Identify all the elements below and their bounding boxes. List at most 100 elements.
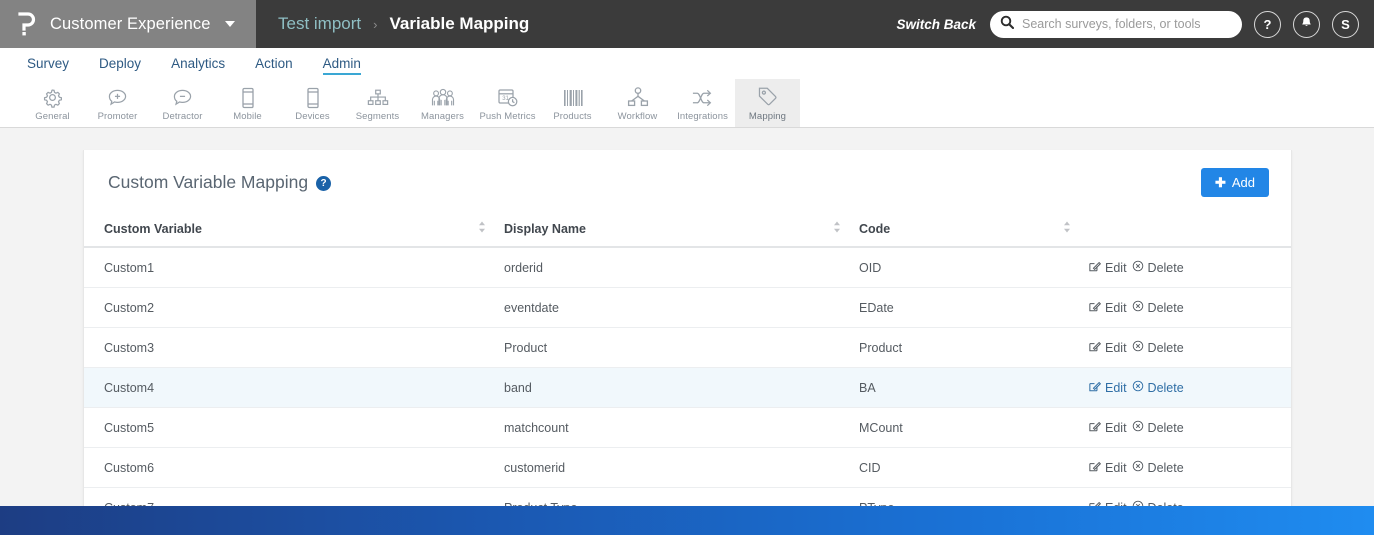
cell-custom-variable: Custom2 (84, 287, 504, 328)
phone-icon (241, 86, 255, 109)
page-title-text: Custom Variable Mapping (108, 172, 309, 192)
shuffle-icon (691, 86, 714, 109)
sort-updown-icon[interactable] (833, 221, 859, 236)
delete-label: Delete (1147, 460, 1184, 475)
add-button-label: Add (1231, 175, 1255, 190)
edit-link[interactable]: Edit (1089, 300, 1127, 315)
table-body: Custom1 orderid OID Edit Delete Custom2 eventd… (84, 247, 1291, 528)
toolbar-item-mobile[interactable]: Mobile (215, 79, 280, 127)
notifications-button[interactable] (1293, 10, 1320, 38)
cell-actions: Edit Delete (1089, 287, 1291, 328)
chevron-down-icon[interactable] (224, 21, 235, 27)
custom-variable-mapping-card: Custom Variable Mapping? ✚ Add Custom Va… (83, 150, 1292, 529)
toolbar-item-mapping[interactable]: Mapping (735, 79, 800, 127)
page-content: Custom Variable Mapping? ✚ Add Custom Va… (0, 128, 1374, 529)
cell-actions: Edit Delete (1089, 447, 1291, 488)
sort-updown-icon[interactable] (478, 221, 504, 236)
column-header-custom-variable[interactable]: Custom Variable (84, 213, 504, 248)
cell-custom-variable: Custom3 (84, 327, 504, 368)
brand-name: Customer Experience (50, 14, 211, 33)
avatar-initial: S (1341, 16, 1350, 32)
toolbar-item-products[interactable]: Products (540, 79, 605, 127)
cell-custom-variable: Custom1 (84, 247, 504, 288)
toolbar-item-devices[interactable]: Devices (280, 79, 345, 127)
toolbar-label-push-managers: Managers (420, 111, 465, 122)
avatar[interactable]: S (1332, 10, 1359, 38)
cell-display-name: band (504, 367, 859, 408)
delete-link[interactable]: Delete (1132, 340, 1184, 355)
edit-link[interactable]: Edit (1089, 420, 1127, 435)
delete-link[interactable]: Delete (1132, 300, 1184, 315)
toolbar-item-promoter[interactable]: Promoter (85, 79, 150, 127)
toolbar-label-workflow: Workflow (617, 111, 658, 122)
toolbar-item-detractor[interactable]: Detractor (150, 79, 215, 127)
cell-code: MCount (859, 407, 1089, 448)
table-row[interactable]: Custom6 customerid CID Edit Delete (84, 447, 1291, 488)
nav-tab-admin[interactable]: Admin (308, 56, 376, 78)
pencil-square-icon (1089, 340, 1102, 355)
cell-custom-variable: Custom6 (84, 447, 504, 488)
add-button[interactable]: ✚ Add (1200, 168, 1269, 197)
toolbar-item-workflow[interactable]: Workflow (605, 79, 670, 127)
search-box[interactable] (990, 10, 1242, 38)
delete-link[interactable]: Delete (1132, 460, 1184, 475)
toolbar-item-integrations[interactable]: Integrations (670, 79, 735, 127)
nav-tab-analytics[interactable]: Analytics (156, 56, 240, 78)
circle-x-icon (1132, 420, 1144, 435)
cell-code: Product (859, 327, 1089, 368)
circle-x-icon (1132, 260, 1144, 275)
circle-x-icon (1132, 460, 1144, 475)
table-row[interactable]: Custom5 matchcount MCount Edit Delete (84, 407, 1291, 448)
table-row[interactable]: Custom2 eventdate EDate Edit Delete (84, 287, 1291, 328)
column-header-display-name[interactable]: Display Name (504, 213, 859, 248)
cell-code: EDate (859, 287, 1089, 328)
delete-link[interactable]: Delete (1132, 260, 1184, 275)
column-label-code: Code (859, 221, 891, 236)
table-row[interactable]: Custom3 Product Product Edit Delete (84, 327, 1291, 368)
help-button[interactable]: ? (1254, 10, 1281, 38)
top-bar: Customer Experience Test import › Variab… (0, 0, 1374, 48)
cell-actions: Edit Delete (1089, 247, 1291, 288)
pencil-square-icon (1089, 420, 1102, 435)
edit-link[interactable]: Edit (1089, 260, 1127, 275)
plus-icon: ✚ (1214, 174, 1226, 190)
toolbar-label-mapping: Mapping (748, 111, 787, 122)
sort-updown-icon[interactable] (1063, 221, 1089, 236)
cell-code: BA (859, 367, 1089, 408)
cell-display-name: Product (504, 327, 859, 368)
card-header: Custom Variable Mapping? ✚ Add (84, 150, 1291, 213)
delete-link[interactable]: Delete (1132, 420, 1184, 435)
edit-link[interactable]: Edit (1089, 460, 1127, 475)
cell-custom-variable: Custom4 (84, 367, 504, 408)
edit-link[interactable]: Edit (1089, 380, 1127, 395)
toolbar-item-managers[interactable]: Managers (410, 79, 475, 127)
variable-mapping-table: Custom Variable Display Name Code Custom… (84, 213, 1291, 528)
column-header-code[interactable]: Code (859, 213, 1089, 248)
edit-label: Edit (1105, 460, 1127, 475)
nav-tab-deploy[interactable]: Deploy (84, 56, 156, 78)
column-label-custom-variable: Custom Variable (104, 221, 202, 236)
table-row[interactable]: Custom1 orderid OID Edit Delete (84, 247, 1291, 288)
toolbar-item-segments[interactable]: Segments (345, 79, 410, 127)
toolbar-item-push-metrics[interactable]: 31 Push Metrics (475, 79, 540, 127)
brand-selector[interactable]: Customer Experience (0, 0, 256, 48)
switch-back-link[interactable]: Switch Back (896, 17, 976, 32)
toolbar-label-mobile: Mobile (233, 111, 262, 122)
calendar-clock-icon: 31 (497, 86, 519, 109)
breadcrumb-current: Variable Mapping (389, 14, 530, 33)
edit-link[interactable]: Edit (1089, 340, 1127, 355)
search-input[interactable] (1022, 17, 1232, 31)
table-row[interactable]: Custom4 band BA Edit Delete (84, 367, 1291, 408)
toolbar-item-general[interactable]: General (20, 79, 85, 127)
delete-link[interactable]: Delete (1132, 380, 1184, 395)
edit-label: Edit (1105, 260, 1127, 275)
nav-tab-action[interactable]: Action (240, 56, 308, 78)
breadcrumb-parent[interactable]: Test import (278, 14, 361, 34)
device-icon (306, 86, 320, 109)
people-icon (431, 86, 455, 109)
edit-label: Edit (1105, 420, 1127, 435)
column-label-display-name: Display Name (504, 221, 586, 236)
nav-tab-survey[interactable]: Survey (12, 56, 84, 78)
cell-display-name: orderid (504, 247, 859, 288)
help-circle-icon[interactable]: ? (316, 176, 332, 191)
